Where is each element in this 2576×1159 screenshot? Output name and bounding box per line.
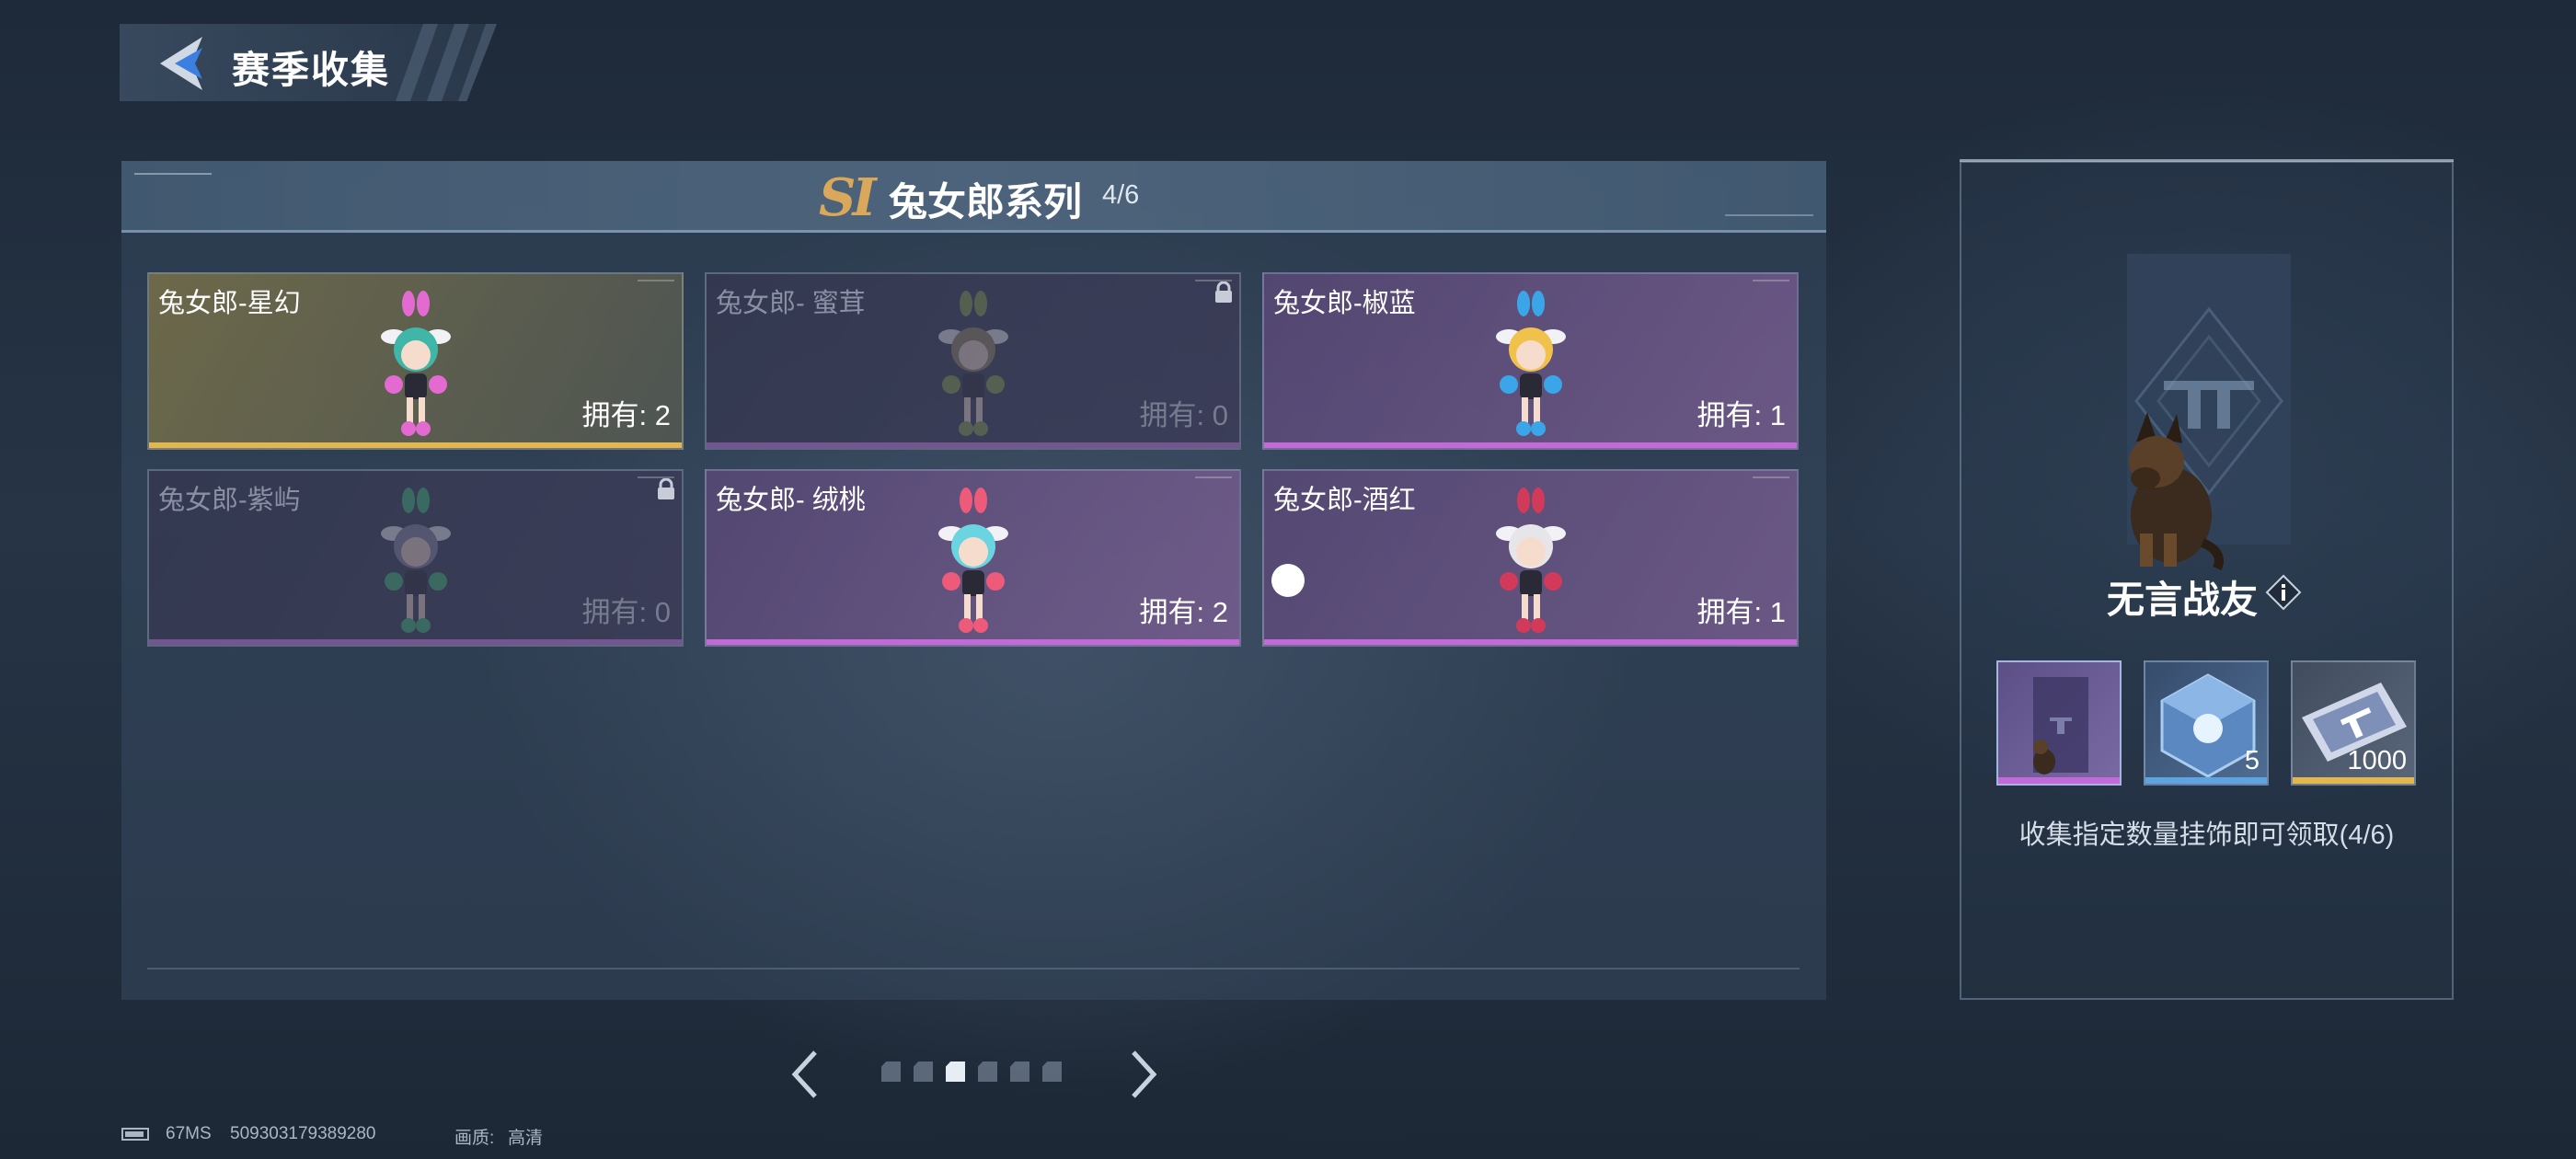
panel-corner-decoration [1725, 214, 1813, 216]
reward-panel-topline [1960, 159, 2454, 162]
card-corner-decoration [638, 280, 674, 281]
page-dot[interactable] [1042, 1061, 1062, 1082]
card-rarity-bar [149, 639, 682, 645]
card-owned-count: 拥有: 1 [1696, 399, 1786, 431]
panel-divider [147, 968, 1800, 970]
card-name: 兔女郎-酒红 [1273, 486, 1416, 515]
card-rarity-bar [1264, 442, 1797, 448]
reward-slot[interactable] [1996, 660, 2122, 786]
card-owned-count: 拥有: 2 [1139, 596, 1228, 628]
user-id: 509303179389280 [230, 1124, 376, 1143]
dog-companion-icon [2129, 412, 2224, 570]
lock-icon [658, 478, 674, 499]
bunny-figure-icon [1495, 291, 1566, 436]
card-corner-decoration [1753, 280, 1789, 281]
card-rarity-bar [707, 442, 1239, 448]
card-owned-count: 拥有: 0 [581, 596, 671, 628]
card-corner-decoration [1753, 476, 1789, 478]
collection-card[interactable]: 兔女郎- 绒桃 拥有: 2 [705, 469, 1241, 647]
card-corner-decoration [1195, 476, 1232, 478]
page-dot[interactable] [978, 1061, 997, 1082]
back-arrow-icon [160, 37, 202, 90]
bunny-figure-icon [1495, 488, 1566, 633]
collection-card[interactable]: 兔女郎-酒红 拥有: 1 [1262, 469, 1799, 647]
card-owned-count: 拥有: 2 [581, 399, 671, 431]
info-icon[interactable] [2265, 574, 2302, 611]
slot-rarity-bar [2293, 777, 2414, 784]
card-name: 兔女郎-椒蓝 [1273, 289, 1416, 318]
bunny-figure-icon [380, 291, 451, 436]
card-name: 兔女郎- 蜜茸 [716, 289, 866, 318]
collection-card[interactable]: 兔女郎-紫屿 拥有: 0 [147, 469, 684, 647]
series-title: 兔女郎系列 [889, 180, 1083, 224]
page-dot[interactable] [914, 1061, 933, 1082]
back-button[interactable] [155, 35, 210, 92]
reward-name: 无言战友 [2107, 579, 2258, 621]
page-title: 赛季收集 [232, 49, 390, 91]
slot-rarity-bar [1998, 777, 2120, 784]
header-stripes-decoration [396, 24, 497, 101]
card-rarity-bar [707, 639, 1239, 645]
touch-cursor [1271, 564, 1305, 597]
battery-icon [121, 1128, 149, 1141]
card-rarity-bar [1264, 639, 1797, 645]
card-name: 兔女郎-星幻 [158, 289, 301, 318]
reward-description: 收集指定数量挂饰即可领取(4/6) [2018, 820, 2395, 850]
bunny-figure-icon [937, 291, 1008, 436]
quality-value: 高清 [508, 1129, 544, 1148]
card-name: 兔女郎- 绒桃 [716, 486, 866, 515]
card-owned-count: 拥有: 1 [1696, 596, 1786, 628]
ping-readout: 67MS [166, 1124, 212, 1143]
slot-rarity-bar [2145, 777, 2267, 784]
chevron-right-icon[interactable] [1128, 1049, 1161, 1100]
panel-corner-decoration [134, 173, 212, 175]
dog-card-icon [2033, 677, 2088, 775]
chevron-left-icon[interactable] [788, 1049, 821, 1100]
bunny-figure-icon [380, 488, 451, 633]
page-dot[interactable] [1010, 1061, 1029, 1082]
page-dot[interactable] [946, 1061, 965, 1082]
series-progress: 4/6 [1102, 180, 1140, 210]
reward-slot[interactable]: 1000 [2291, 660, 2416, 786]
card-rarity-bar [149, 442, 682, 448]
page-indicator [881, 1061, 1062, 1084]
quality-label: 画质: [454, 1129, 495, 1148]
slot-quantity: 1000 [2347, 746, 2407, 775]
lock-icon [1215, 281, 1232, 303]
collection-card[interactable]: 兔女郎-星幻 拥有: 2 [147, 272, 684, 450]
card-owned-count: 拥有: 0 [1139, 399, 1228, 431]
season-badge: SI [819, 167, 877, 228]
collection-card[interactable]: 兔女郎-椒蓝 拥有: 1 [1262, 272, 1799, 450]
collection-card[interactable]: 兔女郎- 蜜茸 拥有: 0 [705, 272, 1241, 450]
page-dot[interactable] [881, 1061, 901, 1082]
card-name: 兔女郎-紫屿 [158, 486, 301, 515]
bunny-figure-icon [937, 488, 1008, 633]
reward-slot[interactable]: 5 [2144, 660, 2269, 786]
slot-quantity: 5 [2244, 746, 2260, 775]
